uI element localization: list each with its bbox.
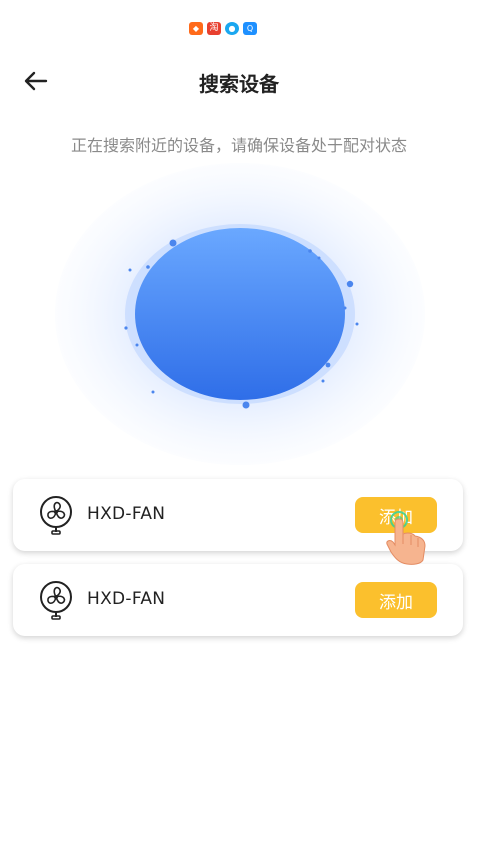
device-name: HXD-FAN (87, 589, 166, 609)
taobao-icon: 淘 (207, 22, 221, 35)
search-radar (55, 163, 425, 465)
page-title: 搜索设备 (199, 72, 279, 96)
header: 搜索设备 (0, 58, 478, 104)
device-name: HXD-FAN (87, 504, 166, 524)
tap-hint-hand-icon (386, 511, 426, 565)
add-device-button[interactable]: 添加 (355, 582, 437, 618)
fan-icon (40, 581, 72, 620)
fan-icon (40, 496, 72, 535)
status-bar-icons: ◆ 淘 ● Q (189, 22, 257, 35)
device-list-item[interactable]: HXD-FAN 添加 (13, 564, 463, 636)
search-app-icon: Q (243, 22, 257, 35)
chat-icon: ● (225, 22, 239, 35)
orange-app-icon: ◆ (189, 22, 203, 35)
search-hint-text: 正在搜索附近的设备，请确保设备处于配对状态 (70, 136, 407, 155)
